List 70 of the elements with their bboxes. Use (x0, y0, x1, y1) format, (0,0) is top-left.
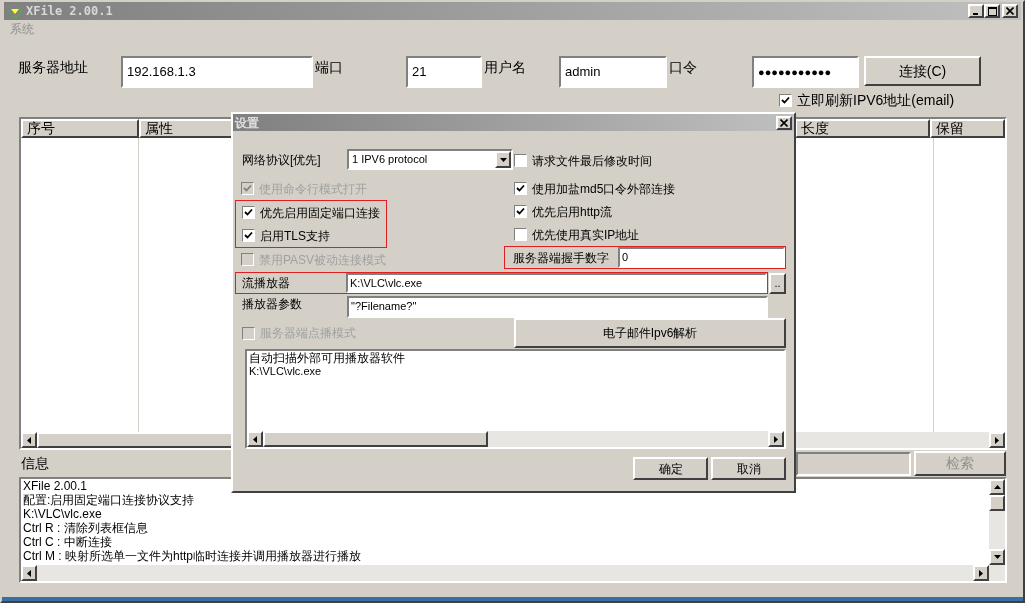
column-header[interactable]: 长度 (795, 119, 930, 138)
column-header[interactable]: 保留 (930, 119, 1005, 138)
horizontal-scrollbar[interactable] (21, 565, 989, 581)
close-button[interactable] (776, 115, 792, 130)
field-label: 端口 (315, 58, 344, 77)
log-line: Ctrl C : 中断连接 (23, 535, 112, 549)
checkbox-label: 优先使用真实IP地址 (532, 226, 640, 244)
field-label: 服务器端握手数字 (512, 249, 610, 267)
dialog-button[interactable]: 取消 (711, 457, 786, 480)
horizontal-scrollbar[interactable] (247, 431, 784, 447)
field-label: 服务器地址 (18, 58, 89, 77)
close-button[interactable] (1002, 4, 1018, 18)
input-field[interactable]: admin (559, 56, 667, 88)
arrow-icon (27, 569, 31, 577)
field-label: 网络协议[优先] (242, 152, 322, 169)
search-field[interactable] (796, 451, 911, 476)
field-label: 口令 (669, 58, 698, 77)
list-item[interactable]: 自动扫描外部可用播放器软件 (249, 352, 784, 365)
scroll-thumb[interactable] (263, 431, 488, 447)
arrow-icon (979, 569, 983, 577)
arrow-icon (993, 485, 1001, 489)
arrow-icon (253, 435, 257, 443)
maximize-button[interactable] (984, 4, 1000, 18)
field-label: 流播放器 (241, 275, 291, 292)
vertical-scrollbar[interactable] (989, 479, 1005, 581)
input-field[interactable]: "?Filename?" (347, 295, 768, 318)
log-line: K:\VLC\vlc.exe (23, 507, 102, 521)
connect-button[interactable]: 连接(C) (864, 56, 981, 86)
list-item[interactable]: K:\VLC\vlc.exe (249, 365, 784, 378)
input-field[interactable]: 0 (618, 247, 785, 268)
arrow-icon (27, 436, 31, 444)
scroll-thumb[interactable] (989, 495, 1005, 511)
close-icon (1006, 7, 1014, 15)
checkbox-label: 优先启用http流 (532, 203, 612, 221)
checkbox-label: 请求文件最后修改时间 (532, 152, 652, 170)
checkbox[interactable] (514, 182, 527, 195)
checkbox[interactable] (514, 228, 527, 241)
checkbox[interactable] (779, 93, 792, 107)
arrow-icon (774, 435, 778, 443)
input-field[interactable]: K:\VLC\vlc.exe (346, 273, 767, 293)
dialog-button[interactable]: 确定 (633, 457, 708, 480)
protocol-dropdown[interactable]: 1 IPV6 protocol (347, 149, 513, 170)
log-line: 配置:启用固定端口连接协议支持 (23, 493, 195, 507)
checkbox-label: 立即刷新IPV6地址(email) (797, 90, 955, 110)
checkbox[interactable] (242, 229, 255, 242)
maximize-icon (987, 6, 997, 16)
log-line: XFile 2.00.1 (23, 479, 88, 493)
info-label: 信息 (21, 454, 49, 473)
arrow-icon (993, 555, 1001, 559)
checkbox[interactable] (514, 205, 527, 218)
window-title: XFile 2.00.1 (26, 3, 114, 20)
field-label: 播放器参数 (241, 296, 303, 313)
close-icon (780, 118, 788, 127)
input-field[interactable]: 21 (406, 56, 482, 88)
checkbox-label: 优先启用固定端口连接 (260, 204, 380, 222)
checkbox-label: 使用加盐md5口令外部连接 (532, 180, 676, 198)
column-header[interactable]: 序号 (21, 119, 139, 138)
log-line: Ctrl R : 清除列表框信息 (23, 521, 148, 535)
browse-button[interactable]: .. (769, 272, 786, 294)
log-line: Ctrl M : 映射所选单一文件为http临时连接并调用播放器进行播放 (23, 549, 361, 563)
checkbox[interactable] (242, 206, 255, 219)
password-field[interactable]: ●●●●●●●●●●● (752, 56, 859, 88)
arrow-icon (995, 436, 999, 444)
input-field[interactable]: 192.168.1.3 (121, 56, 313, 88)
checkbox[interactable] (514, 154, 527, 167)
checkbox-label: 启用TLS支持 (260, 227, 330, 245)
email-ipv6-button[interactable]: 电子邮件Ipv6解析 (514, 318, 786, 348)
field-label: 用户名 (484, 58, 527, 77)
minimize-button[interactable] (968, 4, 984, 18)
app-icon (7, 3, 23, 19)
